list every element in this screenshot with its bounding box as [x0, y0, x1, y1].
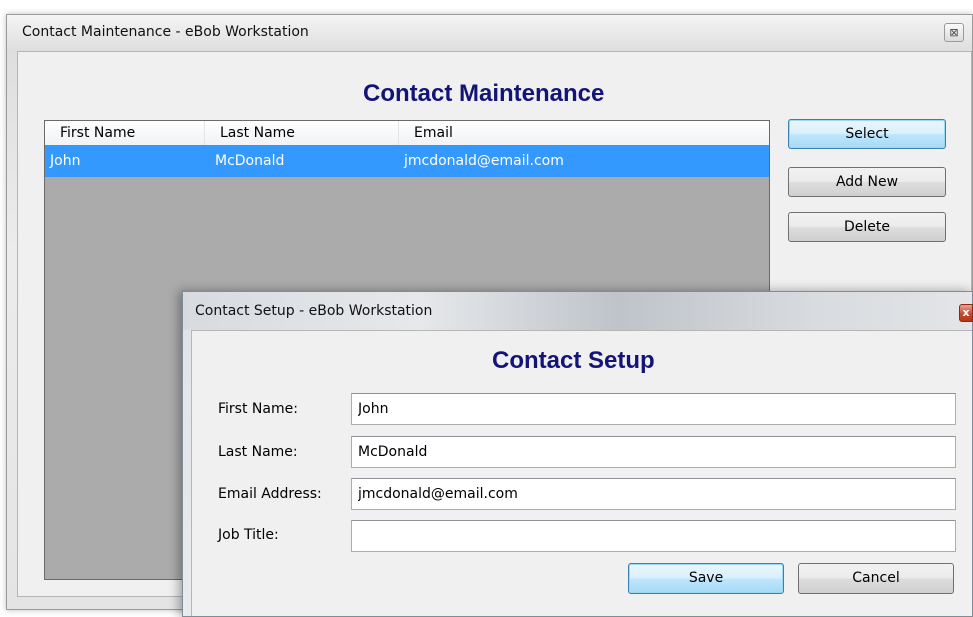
- close-icon[interactable]: x: [959, 304, 973, 322]
- window-titlebar[interactable]: Contact Setup - eBob Workstation x: [183, 292, 973, 330]
- email-address-label: Email Address:: [218, 486, 322, 502]
- delete-button[interactable]: Delete: [788, 212, 946, 242]
- contact-setup-window: Contact Setup - eBob Workstation x Conta…: [182, 291, 973, 617]
- close-icon[interactable]: ⊠: [944, 23, 964, 42]
- column-header-last-name[interactable]: Last Name: [205, 121, 399, 145]
- select-button[interactable]: Select: [788, 119, 946, 149]
- cell-email: jmcdonald@email.com: [404, 153, 564, 169]
- first-name-label: First Name:: [218, 401, 298, 417]
- cell-first-name: John: [50, 153, 81, 169]
- save-button[interactable]: Save: [628, 563, 784, 594]
- list-header: First Name Last Name Email: [45, 121, 769, 146]
- column-header-email[interactable]: Email: [399, 121, 771, 145]
- email-address-field[interactable]: [351, 478, 956, 510]
- job-title-field[interactable]: [351, 520, 956, 552]
- window-title: Contact Maintenance - eBob Workstation: [22, 24, 309, 40]
- window-client-area: Contact Setup First Name: Last Name: Ema…: [191, 330, 972, 616]
- add-new-button[interactable]: Add New: [788, 167, 946, 197]
- window-title: Contact Setup - eBob Workstation: [195, 303, 433, 319]
- first-name-field[interactable]: [351, 393, 956, 425]
- table-row[interactable]: John McDonald jmcdonald@email.com: [45, 145, 769, 177]
- job-title-label: Job Title:: [218, 527, 279, 543]
- last-name-field[interactable]: [351, 436, 956, 468]
- cancel-button[interactable]: Cancel: [798, 563, 954, 594]
- column-header-first-name[interactable]: First Name: [45, 121, 205, 145]
- cell-last-name: McDonald: [215, 153, 285, 169]
- page-title: Contact Setup: [492, 347, 655, 374]
- last-name-label: Last Name:: [218, 444, 298, 460]
- window-titlebar[interactable]: Contact Maintenance - eBob Workstation ⊠: [7, 15, 972, 51]
- page-title: Contact Maintenance: [363, 80, 605, 107]
